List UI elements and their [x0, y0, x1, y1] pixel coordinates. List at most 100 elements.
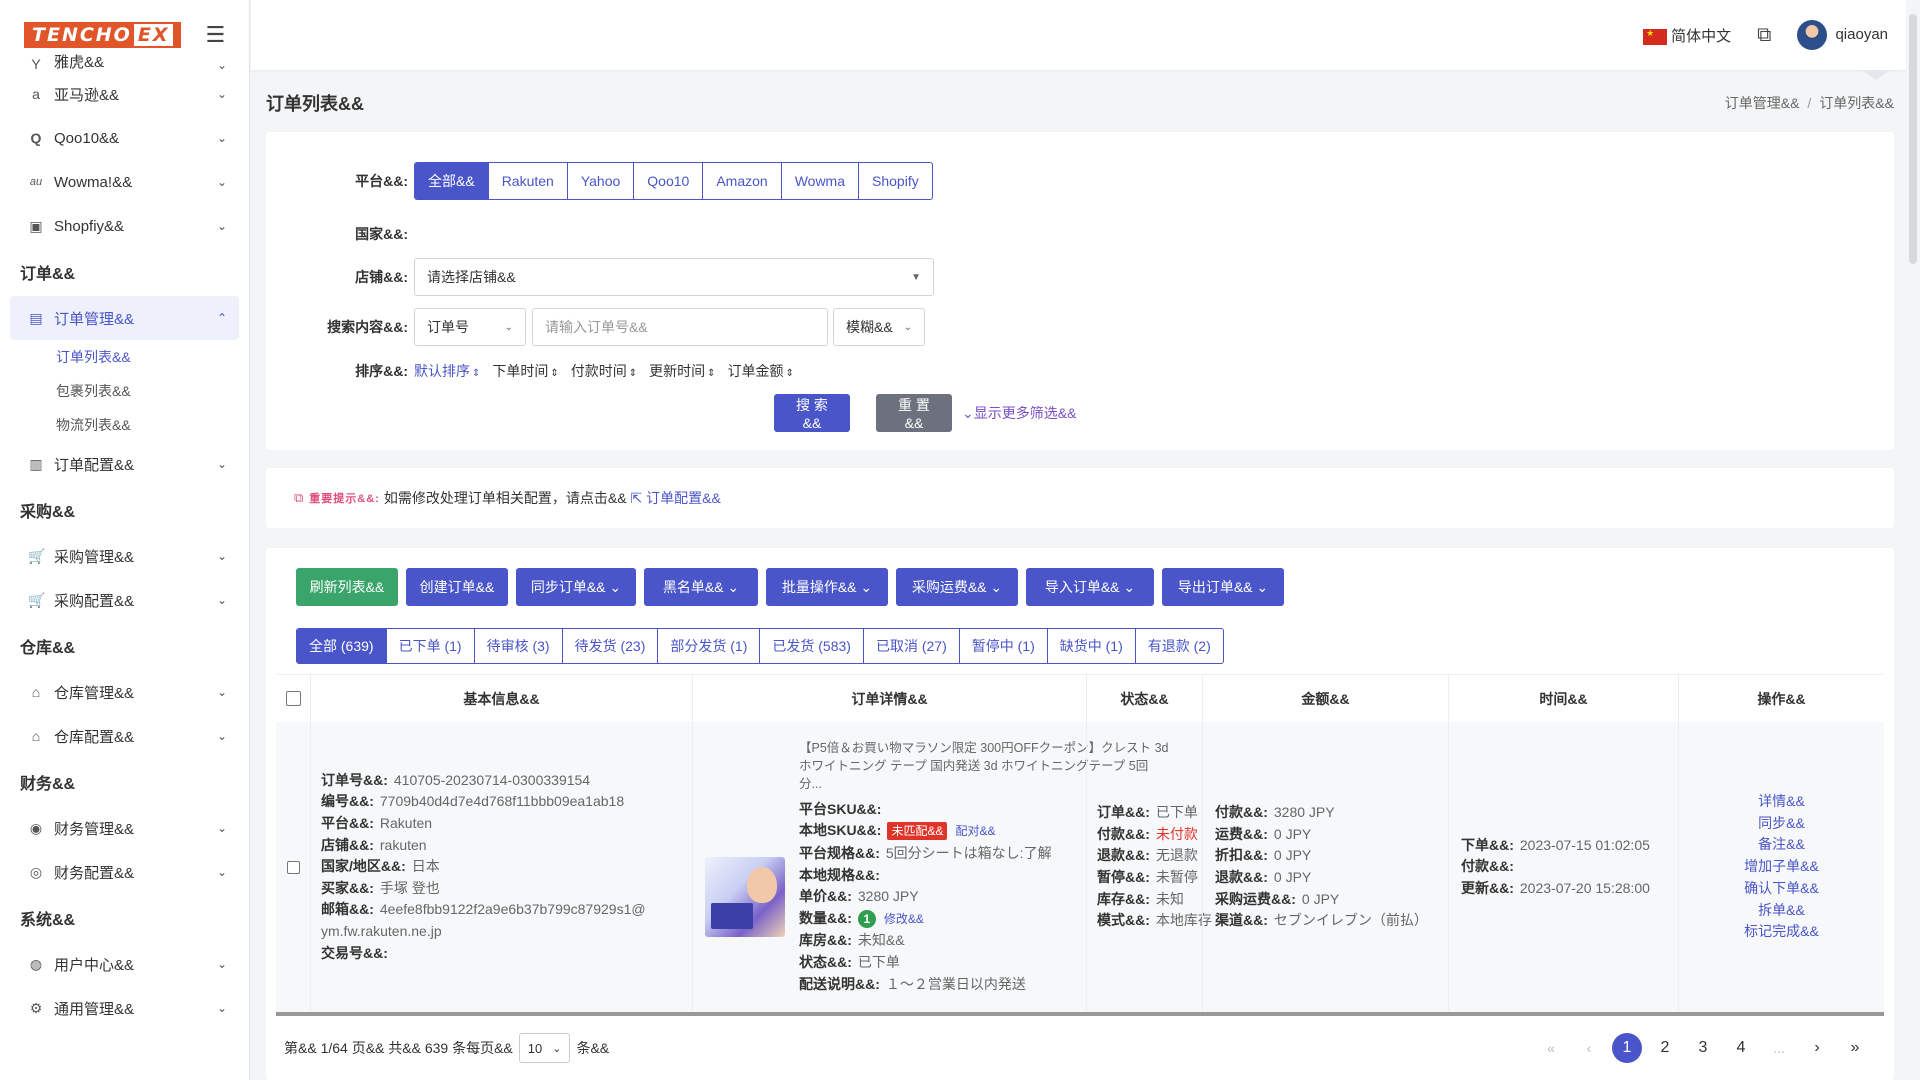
prev-page-button[interactable]: ‹: [1574, 1033, 1604, 1063]
product-image[interactable]: [705, 857, 785, 937]
export-order-button[interactable]: 导出订单&& ⌄: [1162, 568, 1284, 606]
platform-option-all[interactable]: 全部&&: [415, 163, 488, 199]
sidebar-item-finance-config[interactable]: ◎ 财务配置&& ⌄: [0, 850, 249, 894]
platform-option-wowma[interactable]: Wowma: [780, 163, 858, 199]
order-config-link[interactable]: ⇱ 订单配置&&: [631, 488, 721, 508]
reset-button[interactable]: 重 置&&: [876, 394, 952, 432]
platform-option-rakuten[interactable]: Rakuten: [487, 163, 567, 199]
sidebar-item-warehouse-config[interactable]: ⌂ 仓库配置&& ⌄: [0, 714, 249, 758]
row-actions: 详情&& 同步&& 备注&& 增加子单&& 确认下单&& 拆单&& 标记完成&&: [1679, 791, 1884, 944]
tab-out-of-stock[interactable]: 缺货中 (1): [1046, 629, 1135, 663]
row-checkbox[interactable]: [286, 860, 300, 874]
sidebar-item-order-config[interactable]: ▥ 订单配置&& ⌄: [0, 442, 249, 486]
sort-filter-row: 排序&&: 默认排序 ⇕ 下单时间 ⇕ 付款时间 ⇕ 更新时间 ⇕ 订单金额 ⇕: [266, 360, 806, 382]
sort-default[interactable]: 默认排序 ⇕: [414, 361, 480, 381]
page-4-button[interactable]: 4: [1726, 1033, 1756, 1063]
tab-paused[interactable]: 暂停中 (1): [958, 629, 1047, 663]
tab-cancelled[interactable]: 已取消 (27): [862, 629, 959, 663]
purchase-freight-button[interactable]: 采购运费&& ⌄: [896, 568, 1018, 606]
search-type-select[interactable]: 订单号 ⌄: [414, 308, 526, 346]
field-key: 渠道&&:: [1215, 912, 1268, 929]
sort-arrows-icon: ⇕: [707, 368, 716, 379]
sort-update-time[interactable]: 更新时间 ⇕: [649, 361, 715, 381]
status-stock: 库存&&: 未知: [1097, 889, 1212, 911]
tab-ordered[interactable]: 已下单 (1): [385, 629, 474, 663]
mark-complete-link[interactable]: 标记完成&&: [1679, 921, 1884, 943]
platform-option-amazon[interactable]: Amazon: [702, 163, 780, 199]
platform-option-qoo10[interactable]: Qoo10: [633, 163, 702, 199]
pagination-bar: 第&& 1/64 页&& 共&& 639 条每页&& 10 ⌄ 条&& « ‹ 1…: [266, 1016, 1894, 1080]
tab-refunded[interactable]: 有退款 (2): [1134, 629, 1223, 663]
field-transaction: 交易号&&:: [321, 943, 646, 965]
user-menu[interactable]: qiaoyan: [1797, 20, 1888, 50]
page-scrollbar[interactable]: [1906, 0, 1920, 1080]
platform-option-shopify[interactable]: Shopify: [858, 163, 932, 199]
sidebar-item-order-management[interactable]: ▤ 订单管理&& ⌃: [10, 296, 239, 340]
field-country: 国家/地区&&: 日本: [321, 856, 646, 878]
sync-link[interactable]: 同步&&: [1679, 813, 1884, 835]
split-order-link[interactable]: 拆单&&: [1679, 900, 1884, 922]
field-value: 2023-07-20 15:28:00: [1519, 879, 1650, 896]
tab-partially-shipped[interactable]: 部分发货 (1): [657, 629, 759, 663]
remark-link[interactable]: 备注&&: [1679, 834, 1884, 856]
first-page-button[interactable]: «: [1536, 1033, 1566, 1063]
chevron-up-icon: ⌃: [216, 311, 227, 325]
create-order-button[interactable]: 创建订单&&: [406, 568, 508, 606]
import-order-button[interactable]: 导入订单&& ⌄: [1026, 568, 1154, 606]
more-filters-link[interactable]: ⌄显示更多筛选&&: [962, 403, 1076, 423]
last-page-button[interactable]: »: [1840, 1033, 1870, 1063]
sidebar-item-wowma[interactable]: au Wowma!&& ⌄: [0, 160, 249, 204]
batch-operation-button[interactable]: 批量操作&& ⌄: [766, 568, 888, 606]
refresh-list-button[interactable]: 刷新列表&&: [296, 568, 398, 606]
sync-order-button[interactable]: 同步订单&& ⌄: [516, 568, 636, 606]
match-mode-select[interactable]: 模糊&& ⌄: [833, 308, 925, 346]
sidebar-item-amazon[interactable]: a 亚马逊&& ⌄: [0, 72, 249, 116]
select-all-checkbox[interactable]: [285, 691, 301, 706]
page-1-button[interactable]: 1: [1612, 1033, 1642, 1063]
details-link[interactable]: 详情&&: [1679, 791, 1884, 813]
blacklist-button[interactable]: 黑名单&& ⌄: [644, 568, 758, 606]
sort-order-amount[interactable]: 订单金额 ⇕: [728, 361, 794, 381]
tenchoex-logo[interactable]: TENCHO EX: [24, 22, 182, 48]
scrollbar-thumb[interactable]: [1909, 14, 1917, 264]
add-sub-order-link[interactable]: 增加子单&&: [1679, 856, 1884, 878]
sidebar-sub-package-list[interactable]: 包裹列表&&: [0, 374, 249, 408]
sidebar-item-user-center[interactable]: ◍ 用户中心&& ⌄: [0, 942, 249, 986]
sidebar-item-qoo10[interactable]: Q Qoo10&& ⌄: [0, 116, 249, 160]
platform-option-yahoo[interactable]: Yahoo: [566, 163, 633, 199]
breadcrumb-item[interactable]: 订单管理&&: [1725, 95, 1800, 111]
sort-payment-time[interactable]: 付款时间 ⇕: [571, 361, 637, 381]
sort-order-time[interactable]: 下单时间 ⇕: [492, 361, 558, 381]
tab-all[interactable]: 全部 (639): [297, 629, 386, 663]
china-flag-icon: [1643, 28, 1668, 45]
sidebar-item-shopify[interactable]: ▣ Shopfiy&& ⌄: [0, 204, 249, 248]
field-value: 2023-07-15 01:02:05: [1519, 836, 1650, 853]
match-link[interactable]: 配对&&: [955, 824, 995, 838]
sidebar-item-purchase-management[interactable]: 🛒 采购管理&& ⌄: [0, 534, 249, 578]
field-key: 下单&&:: [1461, 836, 1514, 853]
page-3-button[interactable]: 3: [1688, 1033, 1718, 1063]
sidebar-item-label: Wowma!&&: [54, 173, 133, 191]
fullscreen-icon[interactable]: ⧉: [1757, 24, 1771, 47]
sidebar-item-warehouse-management[interactable]: ⌂ 仓库管理&& ⌄: [0, 670, 249, 714]
search-button[interactable]: 搜 索&&: [774, 394, 850, 432]
sidebar-item-finance-management[interactable]: ◉ 财务管理&& ⌄: [0, 806, 249, 850]
search-input[interactable]: [532, 308, 828, 346]
tab-pending-shipment[interactable]: 待发货 (23): [561, 629, 658, 663]
tab-pending-review[interactable]: 待审核 (3): [473, 629, 562, 663]
field-key: 退款&&:: [1097, 847, 1150, 864]
page-2-button[interactable]: 2: [1650, 1033, 1680, 1063]
sidebar-item-yahoo[interactable]: Y 雅虎&& ⌄: [0, 50, 249, 72]
sidebar-sub-logistics-list[interactable]: 物流列表&&: [0, 408, 249, 442]
edit-quantity-link[interactable]: 修改&&: [884, 912, 924, 926]
tab-shipped[interactable]: 已发货 (583): [759, 629, 863, 663]
page-size-select[interactable]: 10 ⌄: [518, 1033, 571, 1063]
sidebar-item-general-management[interactable]: ⚙ 通用管理&& ⌄: [0, 986, 249, 1030]
language-switcher[interactable]: 简体中文: [1643, 25, 1731, 46]
next-page-button[interactable]: ›: [1802, 1033, 1832, 1063]
shop-select[interactable]: 请选择店铺&& ▼: [414, 258, 934, 296]
sidebar-sub-order-list[interactable]: 订单列表&&: [0, 340, 249, 374]
confirm-order-link[interactable]: 确认下单&&: [1679, 878, 1884, 900]
sidebar-item-purchase-config[interactable]: 🛒 采购配置&& ⌄: [0, 578, 249, 622]
menu-toggle-icon[interactable]: ☰: [205, 22, 225, 48]
